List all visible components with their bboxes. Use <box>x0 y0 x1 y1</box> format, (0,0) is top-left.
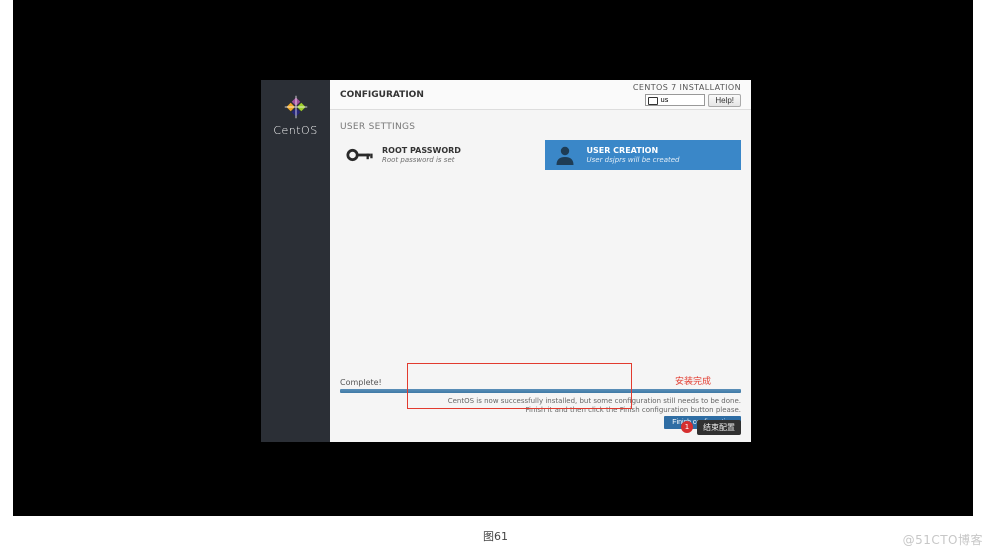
vm-black-frame: CentOS CONFIGURATION CENTOS 7 INSTALLATI… <box>13 0 973 516</box>
user-creation-subtitle: User dsjprs will be created <box>587 156 680 164</box>
sidebar: CentOS <box>261 80 330 442</box>
settings-row: ROOT PASSWORD Root password is set <box>340 140 741 170</box>
progress-area: Complete! 安装完成 CentOS is now successfull… <box>330 374 751 442</box>
root-password-subtitle: Root password is set <box>382 156 461 164</box>
annotation-finish-tip: 结束配置 <box>697 420 741 435</box>
main-panel: CONFIGURATION CENTOS 7 INSTALLATION us H… <box>330 80 751 442</box>
figure-caption: 图61 <box>0 528 991 544</box>
annotation-install-complete: 安装完成 <box>675 374 711 387</box>
install-title: CENTOS 7 INSTALLATION <box>633 83 741 92</box>
root-password-title: ROOT PASSWORD <box>382 146 461 155</box>
centos-logo-icon <box>281 92 311 122</box>
finish-row: Finish configuration 1 结束配置 <box>340 418 741 436</box>
footer-msg-line1: CentOS is now successfully installed, bu… <box>340 397 741 405</box>
user-creation-title: USER CREATION <box>587 146 680 155</box>
page-title: CONFIGURATION <box>340 90 424 100</box>
footer-msg-line2: Finish it and then click the Finish conf… <box>340 406 741 414</box>
user-settings-heading: USER SETTINGS <box>340 122 741 132</box>
progress-bar <box>340 389 741 393</box>
annotation-step-badge: 1 <box>681 421 693 433</box>
root-password-card[interactable]: ROOT PASSWORD Root password is set <box>340 140 537 170</box>
help-button[interactable]: Help! <box>708 94 741 107</box>
brand-text: CentOS <box>273 124 317 137</box>
key-icon <box>346 144 374 166</box>
keyboard-layout-selector[interactable]: us <box>645 94 705 106</box>
watermark: @51CTO博客 <box>903 531 983 548</box>
installer-window: CentOS CONFIGURATION CENTOS 7 INSTALLATI… <box>261 80 751 442</box>
centos-logo: CentOS <box>273 92 317 137</box>
progress-status: Complete! <box>340 378 382 387</box>
user-icon <box>551 144 579 166</box>
topbar: CONFIGURATION CENTOS 7 INSTALLATION us H… <box>330 80 751 110</box>
user-creation-card[interactable]: USER CREATION User dsjprs will be create… <box>545 140 742 170</box>
